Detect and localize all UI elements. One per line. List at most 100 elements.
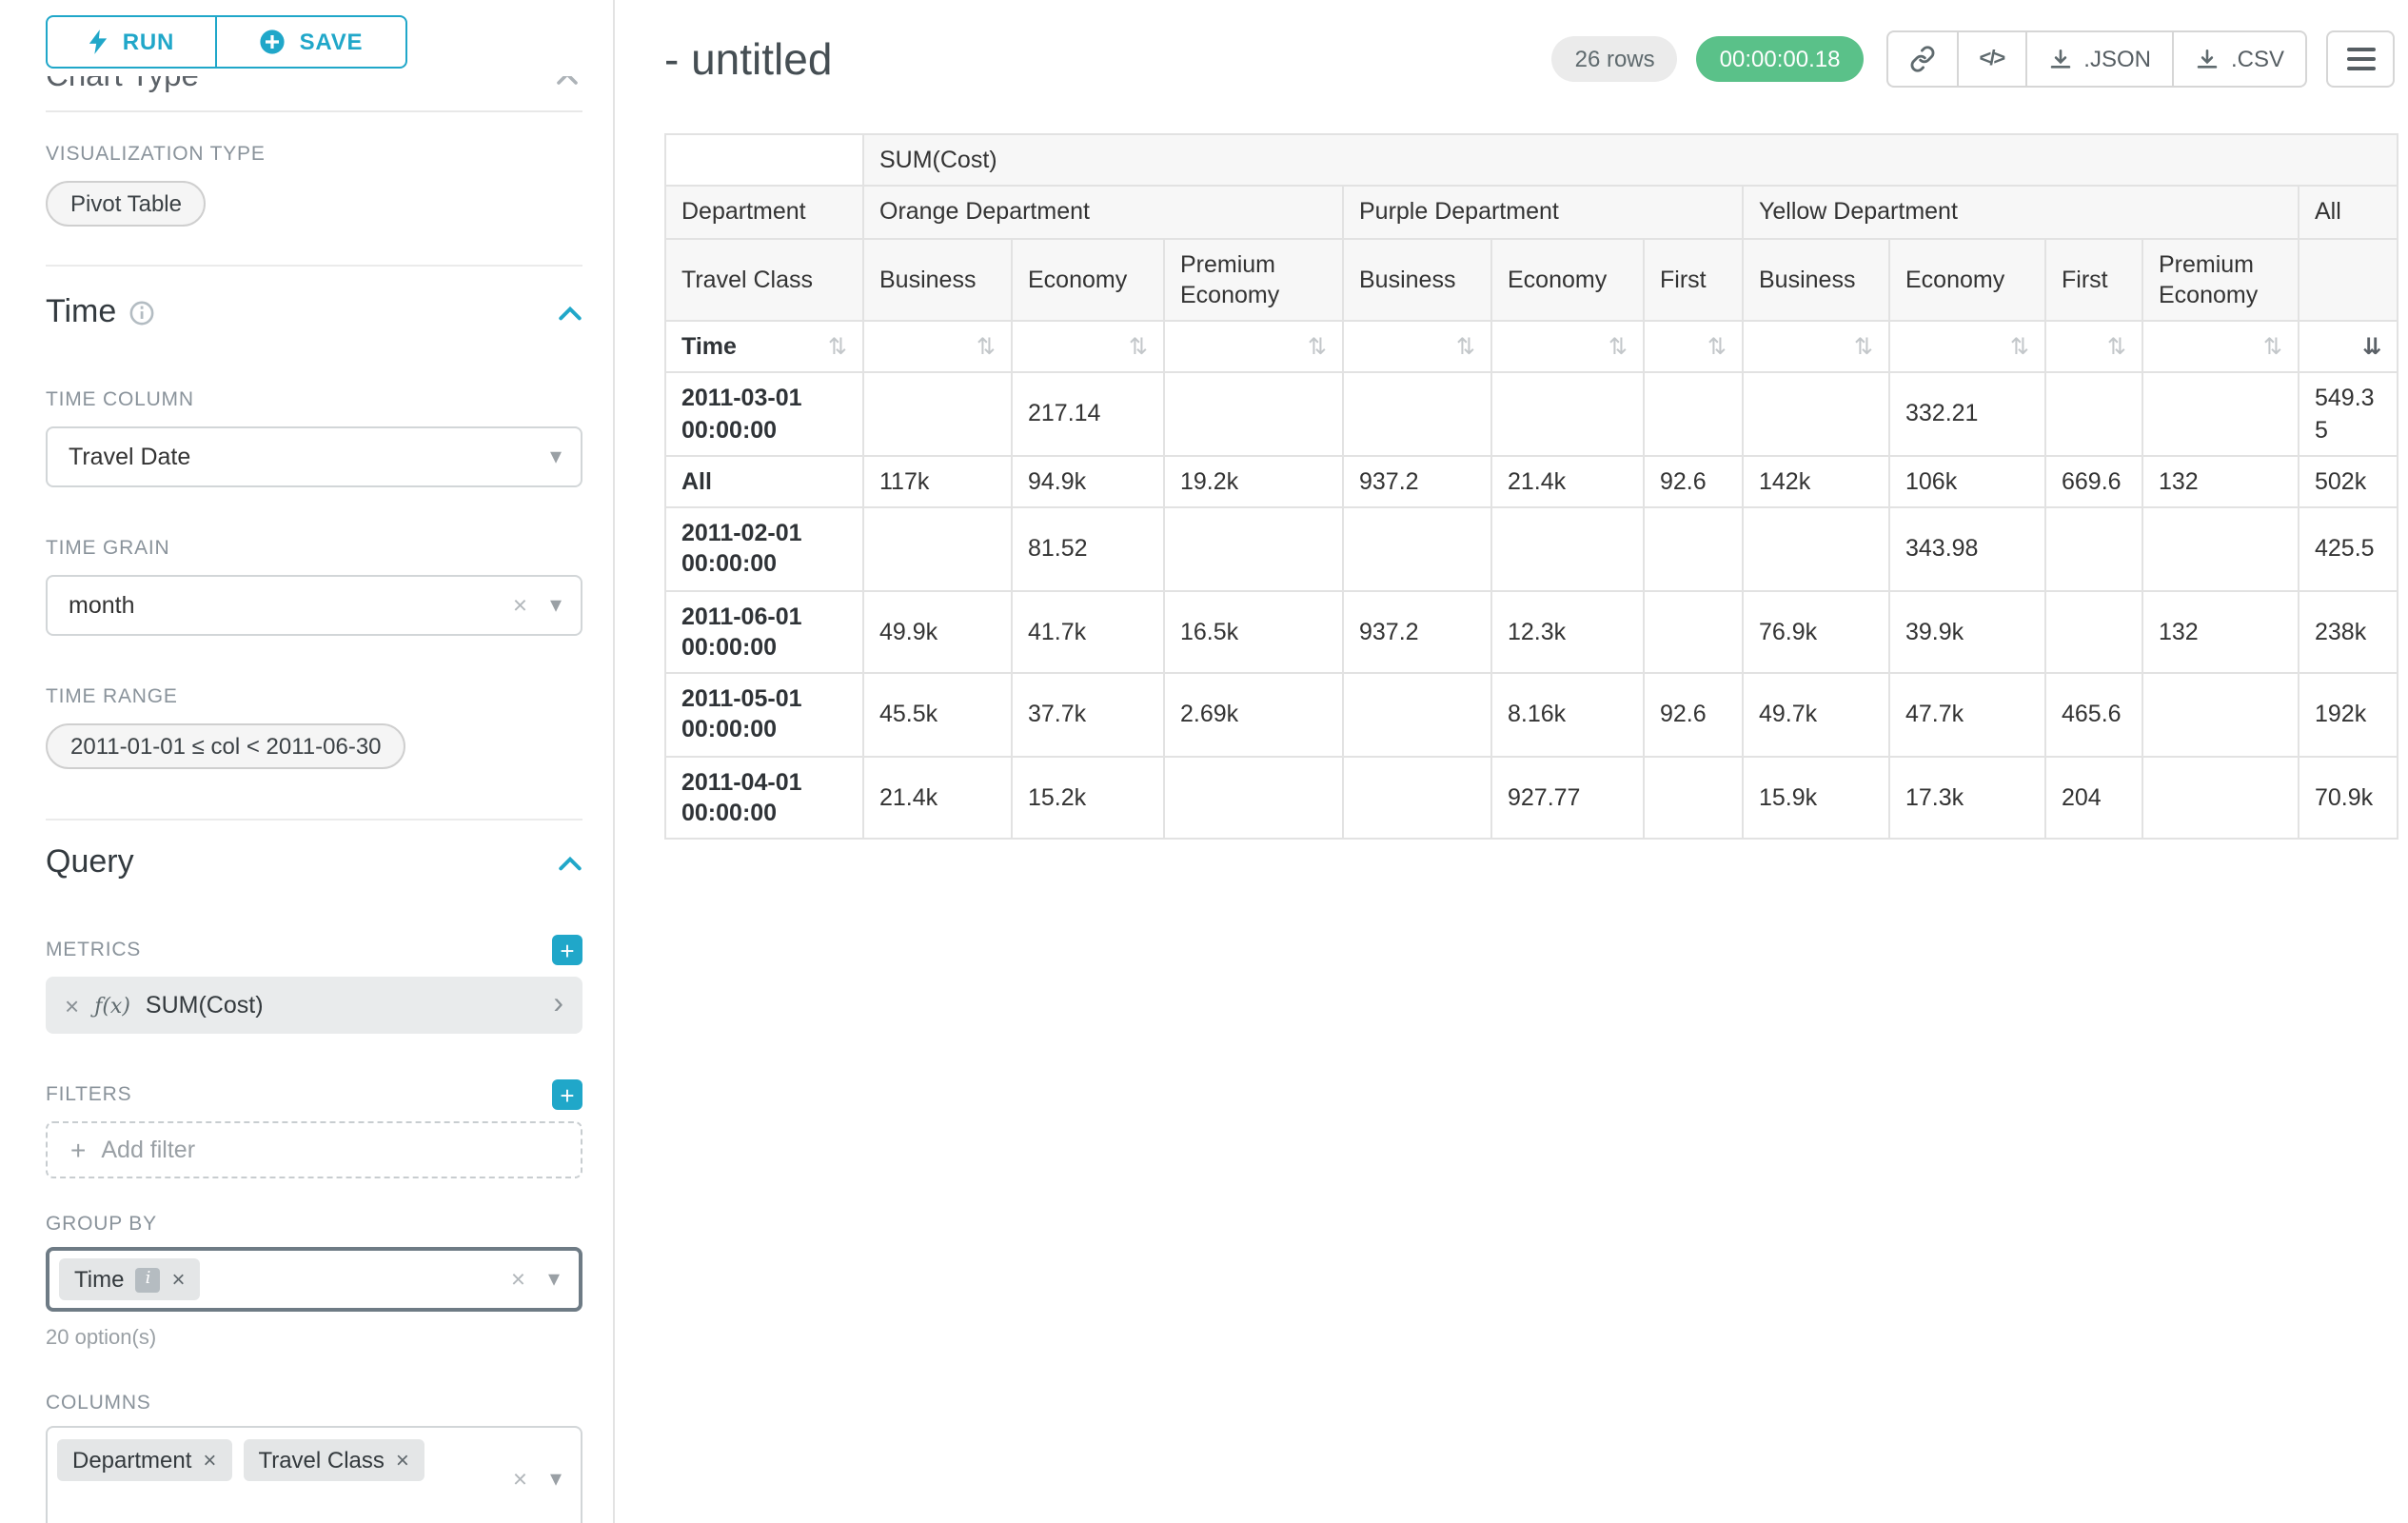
pivot-cell: 15.2k [1012,756,1164,839]
remove-icon[interactable]: × [396,1447,409,1474]
pivot-cell [2142,507,2299,590]
info-icon[interactable]: i [135,1267,160,1292]
add-filter-label: Add filter [101,1137,195,1163]
pivot-class-header: Business [1343,238,1491,321]
pivot-cell: 425.5 [2299,507,2398,590]
pivot-cell: 238k [2299,590,2398,673]
run-button[interactable]: RUN [46,15,217,69]
collapse-time-section-button[interactable] [558,304,582,321]
pivot-cell: 49.9k [863,590,1012,673]
pivot-class-header: First [2045,238,2142,321]
pivot-all-header: All [2299,187,2398,239]
chart-title[interactable]: - untitled [664,33,832,85]
sort-icon[interactable]: ⇅ [977,335,996,358]
pivot-cell [1644,756,1743,839]
chevron-down-icon: ▾ [548,1265,560,1292]
pivot-cell [2142,756,2299,839]
pivot-cell [2142,373,2299,456]
pivot-cell: 37.7k [1012,673,1164,756]
sort-icon[interactable]: ⇊ [2362,335,2381,358]
add-metric-button[interactable]: + [552,935,582,965]
copy-link-button[interactable] [1885,30,1958,88]
pivot-time-header: Time⇅ [665,321,863,373]
pivot-metric-header: SUM(Cost) [863,134,2398,187]
pivot-cell: 204 [2045,756,2142,839]
save-button[interactable]: SAVE [215,15,407,69]
pivot-cell: 21.4k [1491,456,1644,508]
sort-icon[interactable]: ⇅ [2107,335,2126,358]
clear-icon[interactable]: × [513,1464,527,1493]
sort-icon[interactable]: ⇅ [2263,335,2282,358]
columns-value-pill[interactable]: Travel Class × [243,1439,424,1481]
chart-type-section-header[interactable]: Chart Type [46,76,582,112]
time-column-select[interactable]: Travel Date ▾ [46,426,582,487]
sort-icon[interactable]: ⇅ [1129,335,1148,358]
pivot-row-header: 2011-02-01 00:00:00 [665,507,863,590]
export-button-group: </> .JSON .CSV [1885,30,2307,88]
pivot-sort-cell: ⇅ [1644,321,1743,373]
pivot-sort-cell: ⇅ [2045,321,2142,373]
caret-right-icon: › [553,990,563,1020]
columns-select[interactable]: Department × Travel Class × × ▾ [46,1426,582,1523]
pivot-row-header: All [665,456,863,508]
run-save-toolbar: RUN SAVE [46,15,582,69]
pivot-cell: 142k [1743,456,1889,508]
menu-button[interactable] [2326,30,2395,88]
sort-icon[interactable]: ⇅ [1854,335,1873,358]
pivot-row: 2011-03-01 00:00:00217.14332.21549.35 [665,373,2398,456]
clear-icon[interactable]: × [511,1264,525,1293]
remove-icon[interactable]: × [203,1447,216,1474]
clear-icon[interactable]: × [513,590,527,619]
sort-icon[interactable]: ⇅ [1707,335,1727,358]
pivot-sort-cell: ⇅ [1343,321,1491,373]
columns-value-pill[interactable]: Department × [57,1439,231,1481]
pivot-cell: 94.9k [1012,456,1164,508]
query-section-header[interactable]: Query [46,840,582,885]
time-grain-select[interactable]: month × ▾ [46,575,582,636]
pivot-cell: 21.4k [863,756,1012,839]
group-by-value-pill[interactable]: Time i × [59,1258,201,1300]
menu-icon [2346,48,2375,51]
pivot-cell [1343,673,1491,756]
plus-icon: + [70,1135,86,1165]
add-filter-button[interactable]: + Add filter [46,1121,582,1178]
time-section-header[interactable]: Time [46,289,582,335]
pivot-cell [1164,507,1343,590]
columns-value: Department [72,1447,191,1474]
remove-metric-icon[interactable]: × [65,991,79,1019]
chevron-down-icon: ▾ [550,1465,562,1492]
time-range-label: TIME RANGE [46,685,582,708]
visualization-type-pill[interactable]: Pivot Table [46,181,207,227]
download-csv-button[interactable]: .CSV [2172,30,2307,88]
pivot-sort-cell: ⇊ [2299,321,2398,373]
columns-value: Travel Class [258,1447,384,1474]
pivot-cell [863,373,1012,456]
pivot-cell: 70.9k [2299,756,2398,839]
pivot-cell [1644,590,1743,673]
pivot-cell: 15.9k [1743,756,1889,839]
pivot-class-header: Economy [1889,238,2045,321]
add-filter-plus-button[interactable]: + [552,1079,582,1110]
sort-icon[interactable]: ⇅ [1456,335,1475,358]
pivot-cell [1644,373,1743,456]
sort-icon[interactable]: ⇅ [828,335,847,358]
group-by-select[interactable]: Time i × × ▾ [46,1247,582,1312]
pivot-sort-cell: ⇅ [1889,321,2045,373]
pivot-row-header: 2011-04-01 00:00:00 [665,756,863,839]
explore-page: RUN SAVE Chart Type VISUALIZATION TYPE P… [0,0,2408,1523]
time-range-pill[interactable]: 2011-01-01 ≤ col < 2011-06-30 [46,723,406,769]
pivot-corner-cell [665,134,863,187]
pivot-cell [1164,756,1343,839]
remove-icon[interactable]: × [171,1266,185,1293]
collapse-query-section-button[interactable] [558,854,582,871]
pivot-cell: 937.2 [1343,590,1491,673]
download-json-button[interactable]: .JSON [2024,30,2174,88]
pivot-row-header: 2011-05-01 00:00:00 [665,673,863,756]
sort-icon[interactable]: ⇅ [1308,335,1327,358]
view-query-button[interactable]: </> [1956,30,2026,88]
pivot-class-header: Business [863,238,1012,321]
pivot-cell: 549.35 [2299,373,2398,456]
metric-option[interactable]: × ƒ(x) SUM(Cost) › [46,977,582,1034]
sort-icon[interactable]: ⇅ [1609,335,1628,358]
sort-icon[interactable]: ⇅ [2010,335,2029,358]
